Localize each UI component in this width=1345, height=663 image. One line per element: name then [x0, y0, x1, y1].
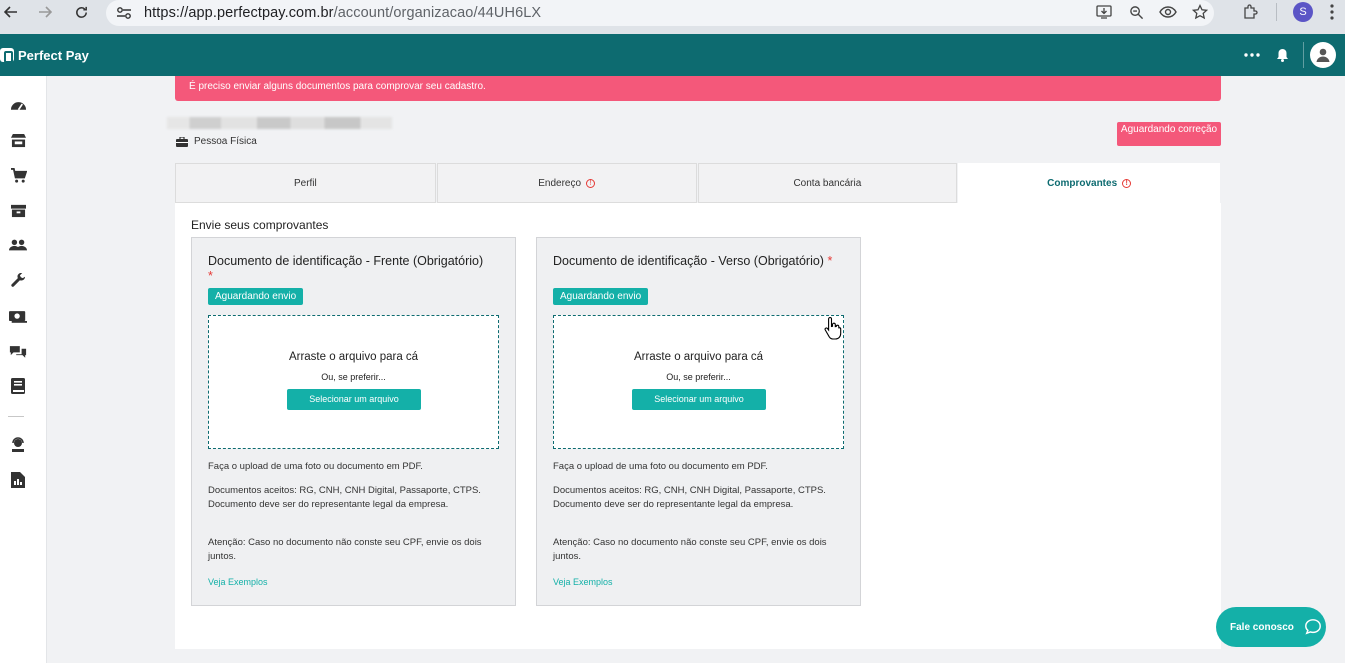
book-icon[interactable] [9, 377, 27, 395]
bookmark-star-icon[interactable] [1184, 0, 1216, 24]
warning-icon: ! [1122, 178, 1132, 188]
card-title: Documento de identificação - Verso (Obri… [553, 254, 833, 268]
box-icon[interactable] [9, 201, 27, 219]
comprovantes-panel: Envie seus comprovantes Documento de ide… [175, 203, 1221, 649]
select-file-button[interactable]: Selecionar um arquivo [632, 389, 766, 410]
document-card-back: Documento de identificação - Verso (Obri… [536, 237, 861, 606]
user-icon [1316, 48, 1330, 62]
left-sidebar [0, 76, 47, 663]
upload-info: Faça o upload de uma foto ou documento e… [553, 461, 768, 472]
account-name-redacted [167, 117, 392, 129]
money-icon[interactable] [9, 307, 27, 325]
dropzone-subtitle: Ou, se preferir... [321, 372, 386, 382]
upload-info: Faça o upload de uma foto ou documento e… [208, 461, 423, 472]
sidebar-divider [8, 416, 24, 417]
dropzone-title: Arraste o arquivo para cá [288, 351, 419, 363]
document-card-front: Documento de identificação - Frente (Obr… [191, 237, 516, 606]
store-icon[interactable] [9, 131, 27, 149]
zoom-icon[interactable] [1120, 0, 1152, 24]
reload-icon[interactable] [70, 1, 92, 23]
see-examples-link[interactable]: Veja Exemplos [208, 577, 268, 587]
cart-icon[interactable] [9, 166, 27, 184]
wrench-icon[interactable] [9, 271, 27, 289]
brand-logo-icon [0, 48, 14, 63]
tab-conta-bancaria[interactable]: Conta bancária [697, 163, 958, 203]
dropzone-subtitle: Ou, se preferir... [666, 372, 731, 382]
account-status-badge[interactable]: Aguardando correção [1117, 122, 1221, 146]
address-bar[interactable]: https://app.perfectpay.com.br/account/or… [106, 0, 1214, 26]
documents-alert-banner: É preciso enviar alguns documentos para … [175, 76, 1221, 101]
profile-button[interactable]: S [1287, 0, 1319, 24]
hand-cursor-icon [824, 316, 842, 340]
brand-logo[interactable]: Perfect Pay [0, 48, 89, 63]
attention-info: Atenção: Caso no documento não conste se… [208, 537, 482, 562]
app-header: Perfect Pay [0, 34, 1345, 76]
dropzone-title: Arraste o arquivo para cá [633, 351, 764, 363]
extensions-icon[interactable] [1234, 0, 1266, 24]
browser-menu-icon[interactable] [1319, 0, 1345, 24]
account-type: Pessoa Física [176, 136, 257, 147]
browser-toolbar: https://app.perfectpay.com.br/account/or… [0, 0, 1345, 34]
brand-name: Perfect Pay [18, 47, 89, 63]
user-avatar[interactable] [1310, 42, 1336, 68]
file-dropzone[interactable]: Arraste o arquivo para cá Ou, se preferi… [553, 315, 844, 449]
install-app-icon[interactable] [1088, 0, 1120, 24]
site-settings-icon[interactable] [112, 3, 136, 23]
file-dropzone[interactable]: Arraste o arquivo para cá Ou, se preferi… [208, 315, 499, 449]
briefcase-icon [176, 136, 188, 147]
accepted-documents-info: Documentos aceitos: RG, CNH, CNH Digital… [208, 485, 481, 510]
card-title: Documento de identificação - Frente (Obr… [208, 254, 484, 283]
status-badge: Aguardando envio [208, 288, 304, 305]
notification-bell-icon[interactable] [1267, 34, 1297, 76]
report-icon[interactable] [9, 471, 27, 489]
see-examples-link[interactable]: Veja Exemplos [553, 577, 613, 587]
browser-actions: S [1088, 0, 1345, 24]
speech-bubble-icon [1304, 619, 1321, 635]
header-divider [1303, 42, 1304, 68]
account-tabs: Perfil Endereço ! Conta bancária Comprov… [175, 163, 1221, 203]
back-icon[interactable] [0, 1, 22, 23]
profile-avatar: S [1293, 2, 1313, 22]
warning-icon: ! [586, 178, 596, 188]
accepted-documents-info: Documentos aceitos: RG, CNH, CNH Digital… [553, 485, 826, 510]
more-options-icon[interactable] [1237, 34, 1267, 76]
account-type-label: Pessoa Física [194, 136, 257, 147]
tab-perfil[interactable]: Perfil [175, 163, 436, 203]
tab-endereco[interactable]: Endereço ! [436, 163, 697, 203]
tab-comprovantes[interactable]: Comprovantes ! [958, 163, 1220, 203]
support-agent-icon[interactable] [9, 436, 27, 454]
select-file-button[interactable]: Selecionar um arquivo [287, 389, 421, 410]
attention-info: Atenção: Caso no documento não conste se… [553, 537, 827, 562]
section-title: Envie seus comprovantes [191, 218, 329, 232]
required-mark: * [208, 269, 213, 283]
toolbar-divider [1276, 3, 1277, 21]
users-icon[interactable] [9, 236, 27, 254]
dashboard-icon[interactable] [9, 96, 27, 114]
forward-icon[interactable] [34, 1, 56, 23]
url-text: https://app.perfectpay.com.br/account/or… [144, 5, 542, 21]
required-mark: * [827, 254, 833, 268]
status-badge: Aguardando envio [553, 288, 649, 305]
contact-us-label: Fale conosco [1230, 621, 1294, 633]
eye-icon[interactable] [1152, 0, 1184, 24]
chat-icon[interactable] [9, 342, 27, 360]
contact-us-button[interactable]: Fale conosco [1216, 607, 1326, 647]
